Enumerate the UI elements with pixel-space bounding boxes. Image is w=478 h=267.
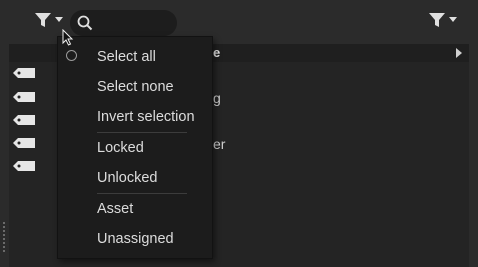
chevron-down-icon bbox=[449, 17, 457, 22]
filter-dropdown-button-right[interactable] bbox=[428, 12, 457, 28]
search-icon bbox=[77, 15, 93, 31]
filter-icon bbox=[429, 13, 445, 27]
search-input[interactable] bbox=[70, 10, 177, 36]
filter-dropdown-button[interactable] bbox=[34, 12, 63, 28]
list-item-label: er bbox=[213, 136, 226, 152]
tag-icon bbox=[13, 115, 35, 125]
radio-indicator-icon bbox=[66, 50, 77, 61]
menu-item-unlocked[interactable]: Unlocked bbox=[97, 170, 157, 186]
filter-icon bbox=[35, 13, 51, 27]
menu-item-invert-selection[interactable]: Invert selection bbox=[97, 109, 195, 125]
menu-item-locked[interactable]: Locked bbox=[97, 140, 144, 156]
tag-icon bbox=[13, 92, 35, 102]
menu-item-unassigned[interactable]: Unassigned bbox=[97, 231, 174, 247]
chevron-down-icon bbox=[55, 17, 63, 22]
list-item-label: g bbox=[213, 90, 221, 106]
menu-item-select-all[interactable]: Select all bbox=[97, 49, 156, 65]
menu-separator bbox=[97, 193, 187, 194]
tag-icon bbox=[13, 138, 35, 148]
tag-icon bbox=[13, 161, 35, 171]
resize-handle[interactable] bbox=[3, 222, 5, 254]
tag-icon bbox=[13, 68, 35, 78]
menu-item-select-none[interactable]: Select none bbox=[97, 79, 174, 95]
header-label: e bbox=[213, 45, 221, 60]
filter-dropdown-menu: Select all Select none Invert selection … bbox=[57, 36, 213, 259]
menu-separator bbox=[97, 132, 187, 133]
mouse-cursor-icon bbox=[62, 29, 74, 46]
menu-item-asset[interactable]: Asset bbox=[97, 201, 133, 217]
chevron-right-icon[interactable] bbox=[456, 48, 462, 58]
